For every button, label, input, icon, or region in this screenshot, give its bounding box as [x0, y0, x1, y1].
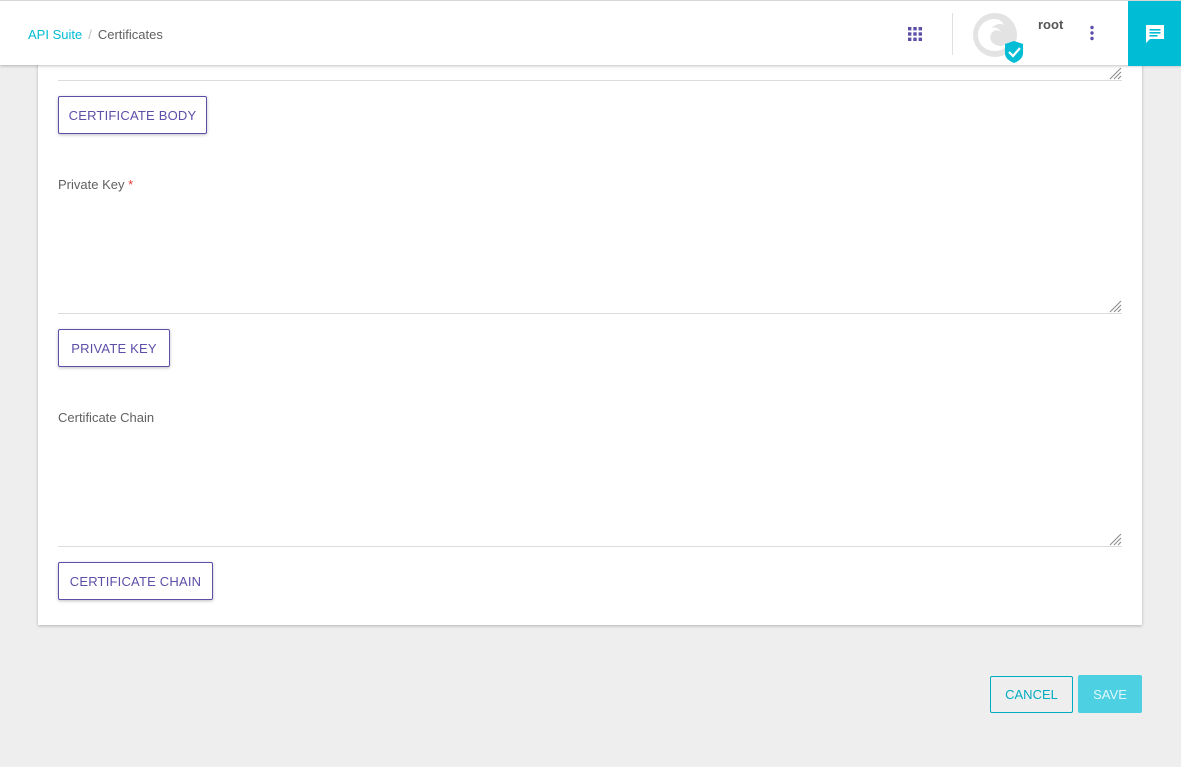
private-key-underline [58, 313, 1122, 314]
resize-handle-icon[interactable] [1108, 299, 1122, 313]
top-header: API Suite / Certificates root [0, 0, 1181, 66]
breadcrumb-current: Certificates [97, 27, 163, 42]
more-vert-icon[interactable] [1086, 25, 1098, 41]
username: root [1038, 17, 1064, 32]
resize-handle-icon[interactable] [1108, 532, 1122, 546]
resize-handle-icon[interactable] [1108, 66, 1122, 80]
breadcrumb-separator: / [88, 27, 92, 42]
required-asterisk: * [128, 177, 134, 192]
certificate-chain-underline [58, 546, 1122, 547]
cancel-button[interactable]: CANCEL [990, 676, 1073, 713]
apps-grid-icon[interactable] [908, 27, 922, 41]
private-key-upload-button[interactable]: PRIVATE KEY [58, 329, 170, 367]
certificate-chain-textarea[interactable] [58, 431, 1122, 545]
private-key-label-text: Private Key [58, 177, 125, 192]
certificate-body-upload-button[interactable]: CERTIFICATE BODY [58, 96, 207, 134]
breadcrumb-api-suite-link[interactable]: API Suite [28, 27, 82, 42]
private-key-textarea[interactable] [58, 198, 1122, 312]
certificate-body-underline [58, 80, 1122, 81]
header-divider [952, 13, 953, 55]
certificate-chain-label: Certificate Chain [58, 410, 155, 425]
verified-badge-icon [1005, 41, 1023, 63]
breadcrumb: API Suite / Certificates [28, 27, 163, 42]
chat-icon [1145, 24, 1164, 43]
chat-button[interactable] [1128, 1, 1181, 66]
private-key-label: Private Key * [58, 177, 133, 192]
certificate-form-card: CERTIFICATE BODY Private Key * PRIVATE K… [38, 40, 1142, 625]
avatar[interactable] [972, 13, 1024, 63]
certificate-chain-upload-button[interactable]: CERTIFICATE CHAIN [58, 562, 213, 600]
save-button[interactable]: SAVE [1078, 675, 1142, 713]
